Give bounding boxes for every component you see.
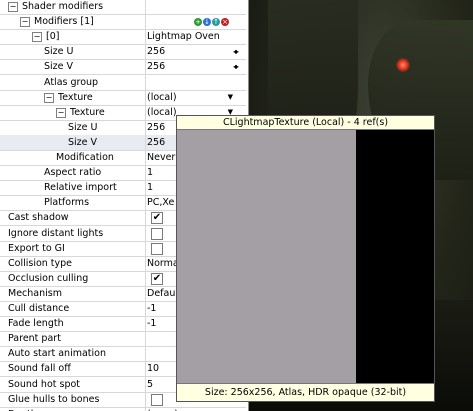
property-label: [0]	[46, 31, 60, 42]
delete-icon[interactable]: ×	[221, 18, 229, 26]
property-label: Shader modifiers	[22, 1, 104, 12]
property-value[interactable]: (local) ▼	[145, 90, 247, 105]
property-value[interactable]: 256 ◂▸	[145, 44, 247, 59]
property-label: Occlusion culling	[8, 273, 89, 284]
checkbox[interactable]	[151, 243, 163, 255]
value-text: 1	[147, 182, 154, 193]
value-text: Defau	[147, 288, 176, 299]
property-label: Sound fall off	[8, 363, 71, 374]
value-text: PC,Xe	[147, 197, 175, 208]
value-text: Lightmap Oven	[147, 31, 220, 42]
property-label: Modifiers [1]	[34, 16, 94, 27]
property-row[interactable]: Size U 256 ◂▸	[0, 44, 246, 60]
dropdown-arrow-icon[interactable]: ▼	[228, 407, 233, 411]
property-value[interactable]: 256 ◂▸	[145, 59, 247, 74]
property-label: Collision type	[8, 258, 73, 269]
value-text: 256	[147, 137, 166, 148]
texture-preview-image	[177, 130, 434, 383]
add-icon[interactable]: +	[194, 18, 202, 26]
move-up-icon[interactable]: ↑	[212, 18, 220, 26]
checkbox[interactable]	[151, 394, 163, 406]
value-text: Norma	[147, 258, 179, 269]
collapse-toggle[interactable]: −	[56, 108, 66, 118]
property-row[interactable]: Death spawner(none)▼	[0, 407, 246, 411]
tooltip-footer: Size: 256x256, Atlas, HDR opaque (32-bit…	[177, 383, 434, 401]
value-text: 1	[147, 167, 154, 178]
property-label: Ignore distant lights	[8, 228, 104, 239]
property-value[interactable]	[145, 0, 247, 14]
value-text: -1	[147, 303, 157, 314]
property-label: Atlas group	[44, 77, 99, 88]
value-text: 10	[147, 363, 160, 374]
move-down-icon[interactable]: ↓	[203, 18, 211, 26]
collapse-toggle[interactable]: −	[44, 93, 54, 103]
property-row[interactable]: − Modifiers [1] + ↓ ↑ ×	[0, 14, 246, 30]
property-label: Relative import	[44, 182, 117, 193]
checkbox[interactable]: ✔	[151, 212, 163, 224]
property-row[interactable]: Atlas group	[0, 75, 246, 91]
property-label: Texture	[58, 92, 93, 103]
property-label: Mechanism	[8, 288, 62, 299]
checkbox[interactable]: ✔	[151, 273, 163, 285]
property-label: Size V	[68, 137, 98, 148]
value-text: 256	[147, 46, 166, 57]
property-row[interactable]: Size V 256 ◂▸	[0, 59, 246, 75]
spinner-arrows-icon[interactable]: ◂▸	[233, 44, 239, 59]
value-text: -1	[147, 318, 157, 329]
texture-swatch	[177, 130, 356, 383]
collapse-toggle[interactable]: −	[8, 2, 18, 12]
property-label: Parent part	[8, 333, 61, 344]
spinner-arrows-icon[interactable]: ◂▸	[233, 59, 239, 74]
property-label: Fade length	[8, 318, 64, 329]
value-text: 5	[147, 379, 154, 390]
value-text: 256	[147, 61, 166, 72]
collapse-toggle[interactable]: −	[20, 17, 30, 27]
property-row[interactable]: − Shader modifiers	[0, 0, 246, 15]
property-row[interactable]: − [0] Lightmap Oven	[0, 29, 246, 45]
tooltip-title: CLightmapTexture (Local) - 4 ref(s)	[177, 116, 434, 130]
property-label: Size U	[68, 122, 98, 133]
property-label: Size V	[44, 61, 74, 72]
property-label: Aspect ratio	[44, 167, 102, 178]
collapse-toggle[interactable]: −	[32, 32, 42, 42]
value-text: 256	[147, 122, 166, 133]
property-label: Cast shadow	[8, 212, 69, 223]
property-label: Modification	[56, 152, 114, 163]
property-label: Platforms	[44, 197, 90, 208]
property-label: Size U	[44, 46, 74, 57]
modifier-toolbar: + ↓ ↑ ×	[193, 14, 229, 29]
texture-preview-tooltip: CLightmapTexture (Local) - 4 ref(s) Size…	[176, 115, 435, 402]
property-label: Death spawner	[8, 407, 143, 411]
property-label: Export to GI	[8, 243, 65, 254]
property-label: Cull distance	[8, 303, 70, 314]
value-text: Never	[147, 152, 176, 163]
value-text: (local)	[147, 107, 177, 118]
property-row[interactable]: − Texture (local) ▼	[0, 90, 246, 106]
property-label: Auto start animation	[8, 348, 106, 359]
dropdown-arrow-icon[interactable]: ▼	[228, 90, 233, 105]
property-label: Texture	[70, 107, 105, 118]
property-value[interactable]: Lightmap Oven	[145, 29, 247, 44]
property-label: Sound hot spot	[8, 379, 81, 390]
property-value[interactable]: (none)▼	[145, 407, 247, 411]
light-glow	[396, 58, 410, 72]
property-label: Glue hulls to bones	[8, 394, 100, 405]
checkbox[interactable]	[151, 228, 163, 240]
value-text: (local)	[147, 92, 177, 103]
property-value[interactable]	[145, 75, 247, 90]
